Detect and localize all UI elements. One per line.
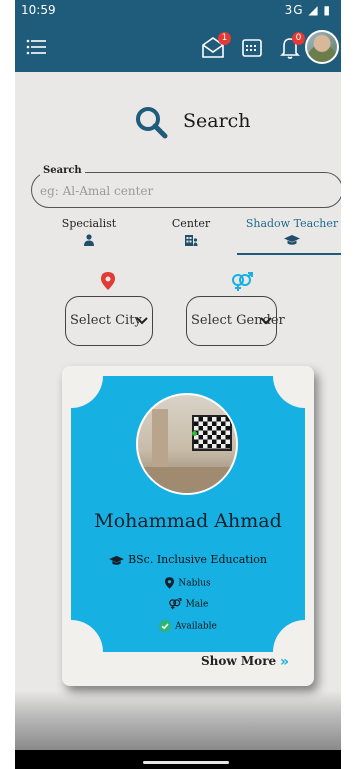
city-select[interactable]: Select City: [65, 296, 153, 346]
teacher-card[interactable]: Mohammad Ahmad BSc. Inclusive Education …: [62, 366, 314, 686]
calendar-icon[interactable]: [241, 37, 263, 59]
chevron-down-icon: [136, 317, 148, 325]
degree-row: BSc. Inclusive Education: [71, 553, 305, 566]
double-chevron-right-icon[interactable]: »: [280, 654, 289, 670]
teacher-name: Mohammad Ahmad: [94, 510, 282, 532]
user-avatar[interactable]: [305, 30, 339, 64]
app-bar: 1 0: [15, 22, 341, 72]
check-circle-icon: [159, 620, 172, 632]
gender-select[interactable]: Select Gender: [186, 296, 285, 346]
specialist-icon: [84, 234, 94, 246]
network-indicator: 3G ◢ ▮: [284, 3, 331, 17]
graduation-cap-icon: [109, 555, 124, 565]
city-text: Nablus: [178, 578, 211, 589]
page-title: Search: [183, 110, 251, 132]
gender-row: Male: [71, 598, 305, 610]
status-bar: 10:59 3G ◢ ▮: [15, 0, 341, 22]
gender-icon: [168, 598, 182, 610]
card-corner: [71, 376, 103, 408]
gender-icon: [232, 272, 253, 291]
search-header: Search: [133, 104, 283, 140]
menu-icon[interactable]: [26, 37, 46, 57]
search-field[interactable]: Search: [31, 165, 341, 208]
tab-label: Specialist: [61, 217, 117, 230]
gender-text: Male: [185, 599, 209, 610]
tab-center[interactable]: Center: [165, 217, 217, 257]
tab-label: Center: [171, 217, 211, 230]
chevron-down-icon: [260, 317, 272, 325]
graduation-cap-icon: [284, 235, 300, 245]
messages-badge: 1: [218, 32, 231, 45]
card-body: Mohammad Ahmad BSc. Inclusive Education …: [71, 376, 305, 652]
card-corner: [273, 376, 305, 408]
app-screen: 10:59 3G ◢ ▮ 1 0 Search Search eg: Al-Am…: [15, 0, 341, 769]
location-pin-icon: [165, 577, 175, 589]
availability-row: Available: [71, 620, 305, 632]
location-pin-icon: [101, 272, 115, 290]
status-time: 10:59: [21, 3, 56, 17]
active-tab-indicator: [237, 253, 341, 255]
tab-label: Shadow Teacher: [245, 217, 339, 230]
profile-photo: [136, 393, 238, 495]
system-nav-bar: [15, 750, 341, 769]
search-icon: [136, 107, 168, 139]
notifications-badge: 0: [292, 32, 305, 45]
city-row: Nablus: [71, 577, 305, 589]
city-select-value: Select City: [70, 313, 142, 328]
building-icon: [185, 235, 198, 246]
home-indicator[interactable]: [143, 761, 229, 764]
show-more-link[interactable]: Show More: [201, 654, 276, 668]
bottom-fade: [15, 690, 341, 750]
search-field-label: Search: [40, 165, 85, 176]
degree-text: BSc. Inclusive Education: [128, 553, 267, 566]
availability-text: Available: [175, 621, 217, 632]
tab-shadow-teacher[interactable]: Shadow Teacher: [243, 217, 341, 257]
search-input[interactable]: [38, 181, 332, 201]
tab-specialist[interactable]: Specialist: [53, 217, 125, 257]
